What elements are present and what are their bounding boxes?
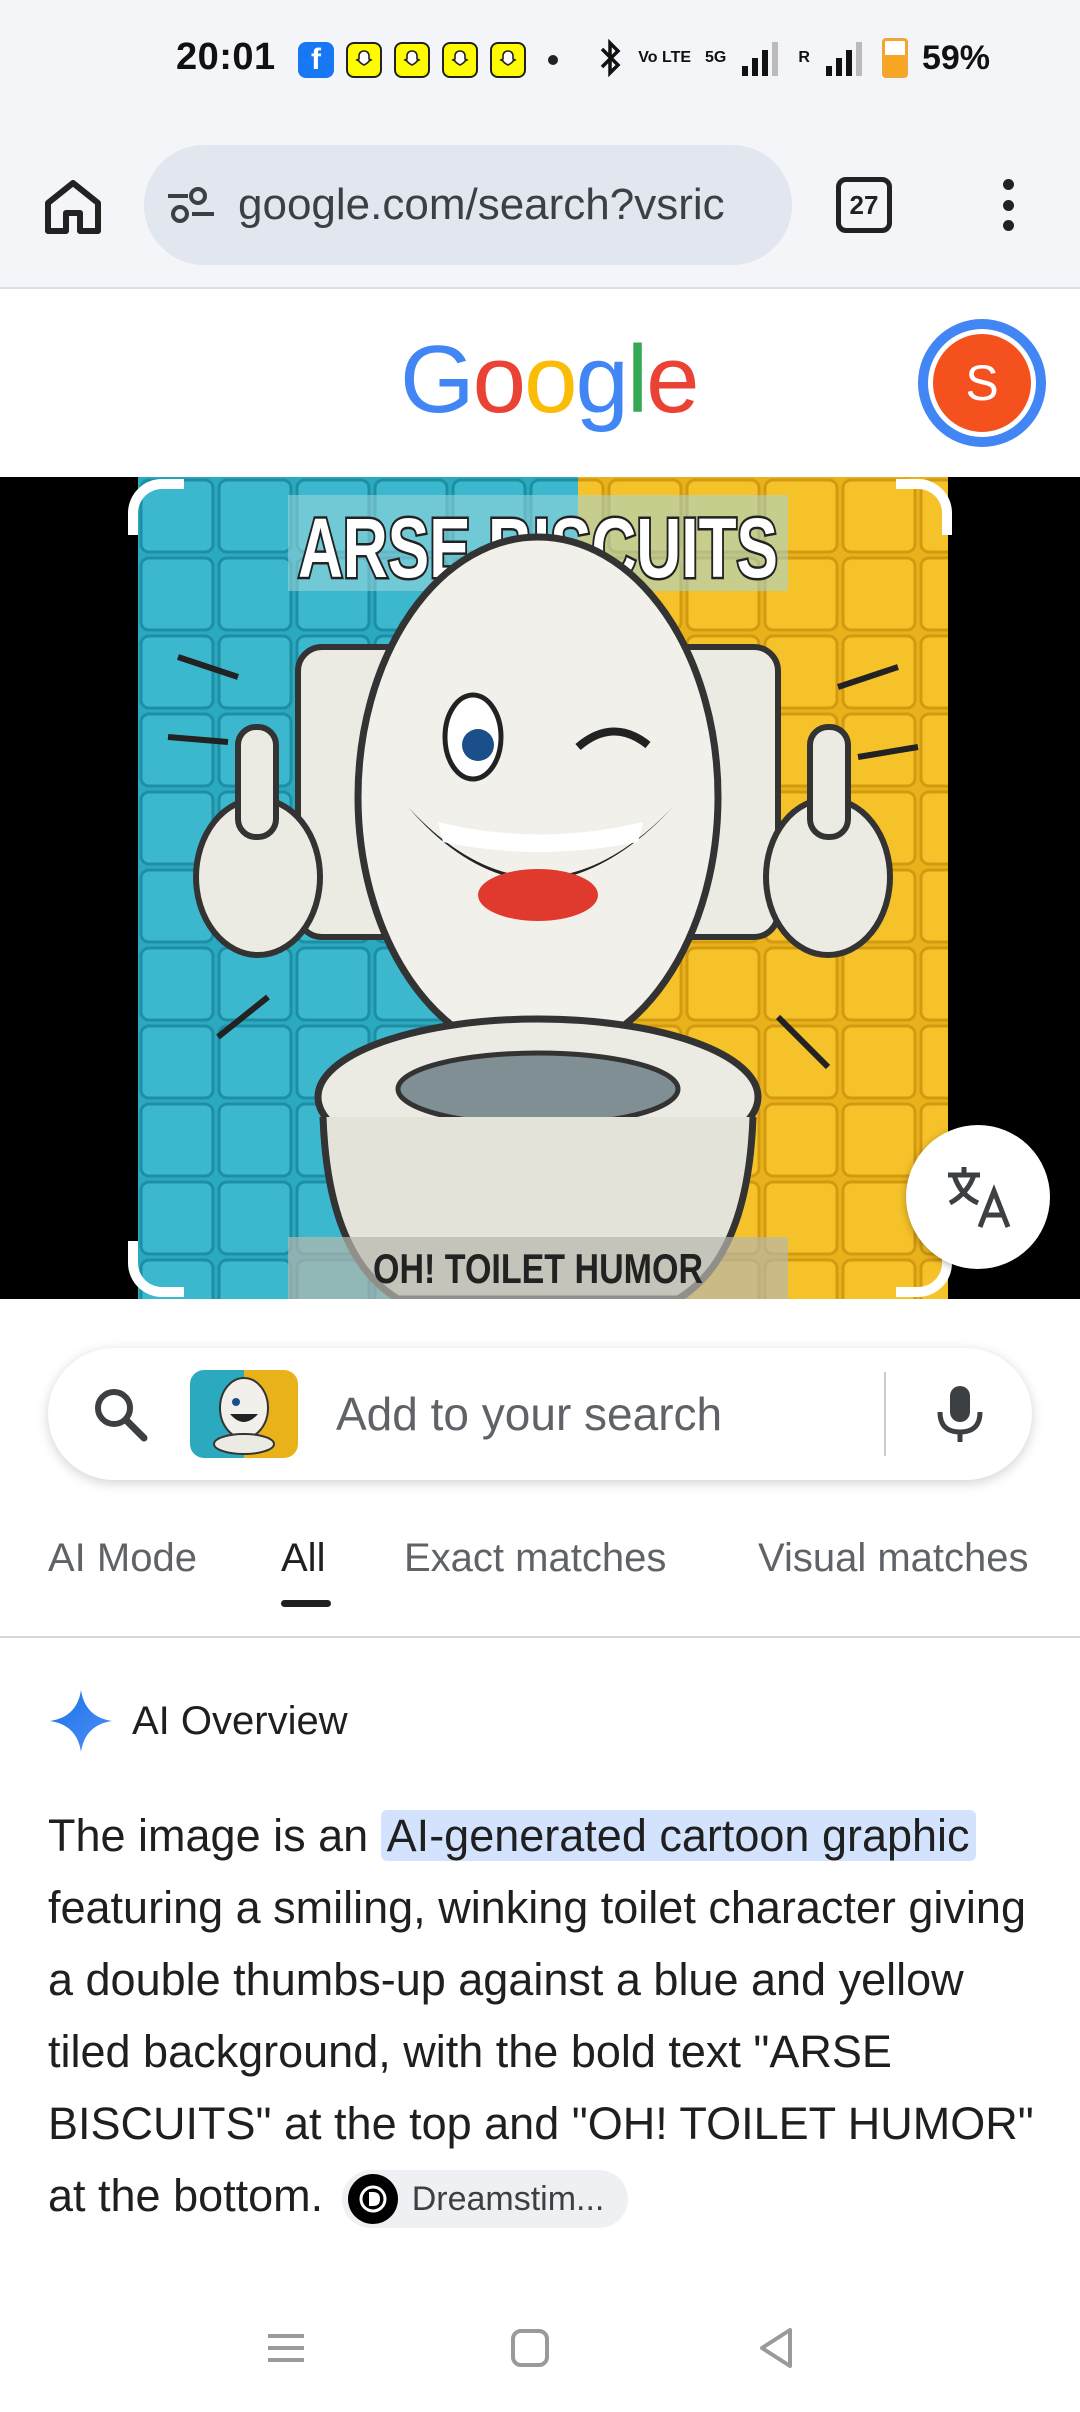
volte-label: Vo LTE [638, 49, 692, 66]
notification-icons: f [298, 42, 558, 78]
battery-percent: 59% [921, 38, 990, 77]
bluetooth-icon [601, 38, 621, 78]
roaming-label: R [798, 49, 810, 66]
system-status-icons: Vo LTE 5G R 59% [598, 38, 990, 78]
ai-overview-title: AI Overview [132, 1698, 348, 1743]
active-tab-indicator [281, 1600, 331, 1607]
snapchat-icon [346, 42, 382, 78]
facebook-icon: f [298, 42, 334, 78]
status-time: 20:01 [176, 36, 276, 78]
snapchat-icon [490, 42, 526, 78]
logo-letter: o [472, 326, 526, 433]
tab-visual-matches[interactable]: Visual matches [758, 1536, 1029, 1581]
search-divider [884, 1372, 886, 1456]
source-logo-icon [347, 2174, 398, 2225]
logo-letter: o [524, 326, 577, 433]
browser-toolbar: google.com/search?vsric 27 [0, 125, 1080, 289]
logo-letter: g [575, 326, 628, 433]
google-header: Google S [0, 289, 1080, 477]
gemini-sparkle-icon [50, 1690, 112, 1752]
lens-image-viewer[interactable]: ARSE BISCUITS OH! TOILET HUMOR [0, 477, 1080, 1299]
image-bottom-text: OH! TOILET HUMOR [373, 1245, 703, 1292]
system-nav-bar [0, 2290, 1080, 2412]
translate-icon [948, 1167, 1011, 1228]
crop-handle-bottom-left[interactable] [128, 1241, 184, 1297]
ai-text-before: The image is an [48, 1810, 381, 1861]
more-notifications-dot [548, 55, 558, 65]
snapchat-icon [394, 42, 430, 78]
add-to-search-bar[interactable] [48, 1348, 1032, 1480]
battery-icon [881, 38, 908, 78]
searched-image[interactable]: ARSE BISCUITS OH! TOILET HUMOR [138, 477, 948, 1299]
account-avatar[interactable]: S [918, 319, 1046, 447]
search-icon [95, 1389, 148, 1442]
address-bar[interactable]: google.com/search?vsric [144, 145, 792, 265]
home-nav-icon[interactable] [500, 2318, 560, 2378]
source-chip[interactable]: Dreamstim... [341, 2170, 629, 2229]
tab-exact-matches[interactable]: Exact matches [404, 1536, 666, 1581]
signal-icon-2 [825, 42, 862, 76]
google-logo[interactable]: Google [400, 325, 700, 435]
avatar-initial: S [928, 329, 1036, 437]
back-icon[interactable] [746, 2318, 806, 2378]
site-settings-icon[interactable] [166, 185, 216, 225]
image-thumbnail[interactable] [190, 1370, 298, 1458]
logo-letter: G [400, 326, 475, 433]
ai-highlight-link[interactable]: AI-generated cartoon graphic [380, 1810, 976, 1861]
status-bar: 20:01 f Vo LTE 5G R 59% [0, 0, 1080, 125]
logo-letter: e [646, 326, 699, 433]
logo-letter: l [626, 326, 648, 433]
source-label: Dreamstim... [411, 2180, 605, 2219]
network-type-label: 5G [705, 49, 727, 66]
overflow-menu-icon[interactable] [990, 173, 1026, 237]
home-icon[interactable] [38, 171, 108, 241]
microphone-icon[interactable] [928, 1382, 992, 1446]
translate-button[interactable] [906, 1125, 1050, 1269]
tab-all[interactable]: All [281, 1536, 325, 1581]
recents-icon[interactable] [256, 2318, 316, 2378]
signal-icon [742, 42, 779, 76]
snapchat-icon [442, 42, 478, 78]
crop-handle-top-left[interactable] [128, 479, 184, 535]
tab-switcher-button[interactable]: 27 [836, 177, 892, 233]
tab-ai-mode[interactable]: AI Mode [48, 1536, 197, 1581]
ai-overview-text: The image is an AI-generated cartoon gra… [48, 1800, 1038, 2232]
ai-overview-header: AI Overview [48, 1688, 348, 1754]
search-tabs: AI Mode All Exact matches Visual matches [0, 1510, 1080, 1638]
add-to-search-input[interactable] [336, 1382, 896, 1446]
url-text[interactable]: google.com/search?vsric [238, 180, 778, 230]
